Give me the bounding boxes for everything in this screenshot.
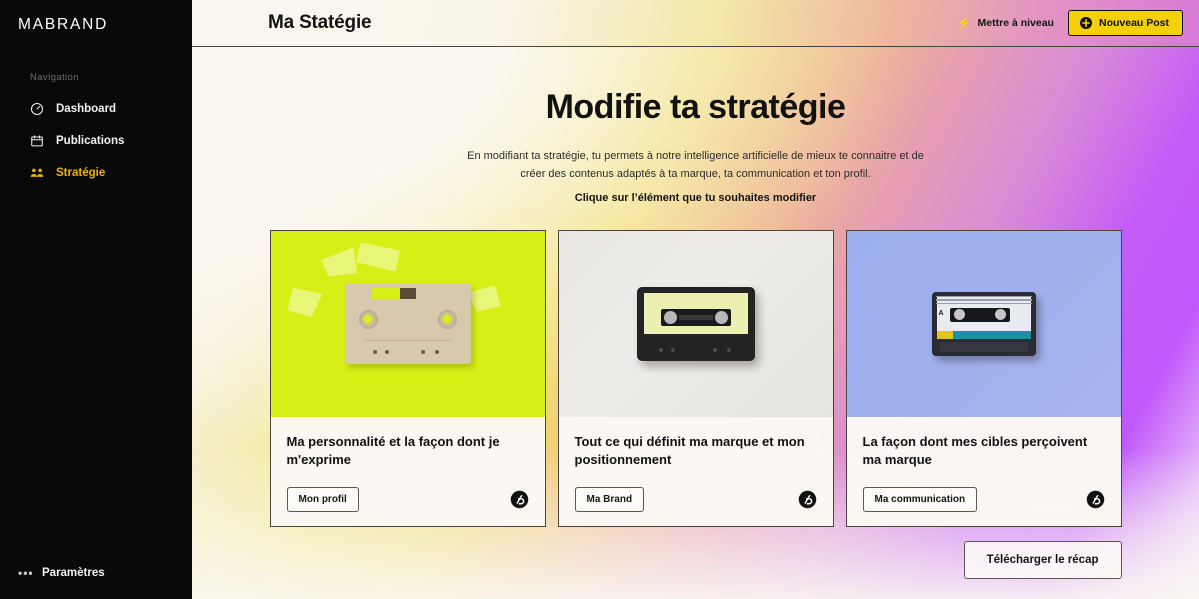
card-title: La façon dont mes cibles perçoivent ma m… — [862, 433, 1088, 468]
ellipsis-icon: ••• — [18, 566, 34, 580]
card-image-cassette-grey — [558, 230, 833, 417]
card-action-button[interactable]: Ma Brand — [574, 486, 645, 512]
card-body: Tout ce qui définit ma marque et mon pos… — [558, 416, 833, 526]
card-image-cassette-lime — [270, 230, 545, 417]
tape-scrap — [467, 283, 502, 315]
sidebar-item-dashboard[interactable]: Dashboard — [0, 93, 192, 125]
cassette-illustration — [344, 283, 471, 364]
card-action-button[interactable]: Mon profil — [286, 486, 359, 512]
strategy-card-communication[interactable]: A La façon dont mes cibles perçoivent ma… — [845, 229, 1122, 527]
sidebar-item-label: Publications — [56, 135, 125, 147]
sidebar-item-parametres[interactable]: ••• Paramètres — [18, 561, 192, 585]
lightning-bolt-icon: ⚡ — [956, 16, 972, 30]
brand-circle-logo — [1086, 490, 1105, 509]
new-post-button[interactable]: Nouveau Post — [1067, 10, 1183, 36]
brand-logo: MABRAND — [18, 16, 109, 33]
sidebar-item-publications[interactable]: Publications — [0, 125, 192, 157]
strategy-card-profil[interactable]: Ma personnalité et la façon dont je m'ex… — [269, 229, 546, 527]
sidebar-item-label: Dashboard — [56, 103, 117, 115]
card-title: Ma personnalité et la façon dont je m'ex… — [286, 433, 500, 468]
card-title: Tout ce qui définit ma marque et mon pos… — [574, 433, 805, 468]
main-area: Ma Statégie ⚡ Mettre à niveau Nouveau Po… — [192, 0, 1199, 599]
strategy-card-brand[interactable]: Tout ce qui définit ma marque et mon pos… — [557, 229, 834, 527]
recap-row: Télécharger le récap — [270, 540, 1122, 579]
main-subtitle: En modifiant ta stratégie, tu permets à … — [461, 148, 931, 207]
card-action-button[interactable]: Ma communication — [862, 486, 978, 512]
app-root: MABRAND Navigation Dashboard Publication… — [0, 0, 1199, 599]
new-post-label: Nouveau Post — [1098, 17, 1169, 29]
main-subtitle-text: En modifiant ta stratégie, tu permets à … — [467, 150, 924, 181]
upgrade-button[interactable]: ⚡ Mettre à niveau — [957, 17, 1054, 29]
calendar-icon — [30, 134, 44, 148]
plus-circle-icon — [1079, 17, 1092, 29]
main-subtitle-strong: Clique sur l’élément que tu souhaites mo… — [574, 192, 817, 205]
page-title: Ma Statégie — [268, 12, 372, 33]
card-body: Ma personnalité et la façon dont je m'ex… — [270, 416, 545, 526]
strategy-cards: Ma personnalité et la façon dont je m'ex… — [269, 229, 1122, 527]
brand-circle-logo — [798, 490, 817, 509]
card-footer: Mon profil — [286, 486, 529, 512]
topbar: Ma Statégie ⚡ Mettre à niveau Nouveau Po… — [192, 0, 1199, 47]
sidebar-nav: Dashboard Publications Stratégie — [0, 93, 192, 189]
download-recap-button[interactable]: Télécharger le récap — [963, 540, 1122, 579]
brand-circle-logo — [510, 490, 529, 509]
main-heading: Modifie ta stratégie — [545, 88, 846, 126]
content: Modifie ta stratégie En modifiant ta str… — [192, 47, 1199, 599]
dashboard-gauge-icon — [30, 102, 44, 116]
tape-scrap — [285, 285, 322, 319]
card-body: La façon dont mes cibles perçoivent ma m… — [846, 416, 1121, 526]
card-image-cassette-periwinkle: A — [846, 230, 1121, 417]
cassette-illustration: A — [931, 291, 1036, 356]
sidebar-footer-label: Paramètres — [42, 567, 105, 579]
cassette-illustration — [636, 286, 755, 361]
tape-scrap — [320, 247, 359, 280]
card-footer: Ma Brand — [574, 486, 817, 512]
topbar-actions: ⚡ Mettre à niveau Nouveau Post — [957, 10, 1183, 36]
sidebar: MABRAND Navigation Dashboard Publication… — [0, 0, 192, 599]
upgrade-label: Mettre à niveau — [977, 17, 1054, 29]
sidebar-item-strategie[interactable]: Stratégie — [0, 157, 192, 189]
card-footer: Ma communication — [862, 486, 1105, 512]
nav-section-label: Navigation — [30, 72, 79, 83]
tape-scrap — [355, 242, 400, 272]
sidebar-footer: ••• Paramètres — [0, 561, 192, 599]
people-group-icon — [30, 166, 44, 180]
sidebar-item-label: Stratégie — [56, 167, 106, 179]
